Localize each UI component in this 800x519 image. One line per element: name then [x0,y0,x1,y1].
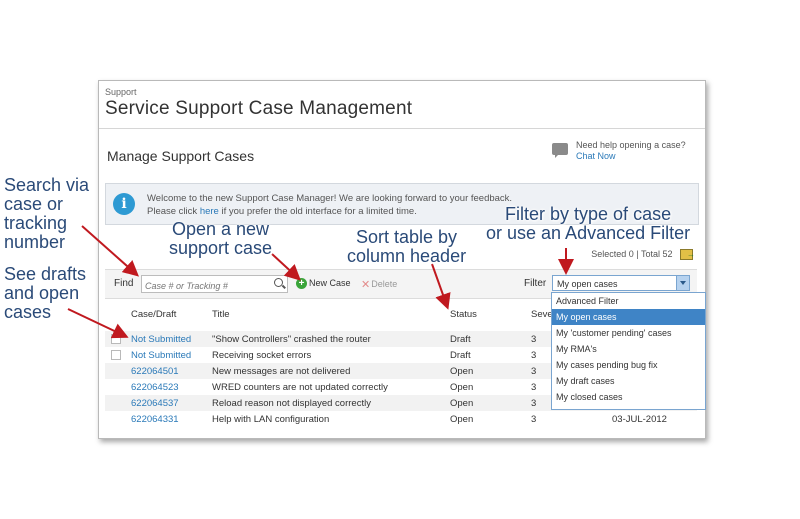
sort-annotation: Sort table by column header [347,227,467,266]
search-arrow [81,225,139,277]
drafts-annotation: See drafts and open cases [4,264,87,322]
filter-annotation: Filter by type of case or use an Advance… [486,204,691,243]
sort-arrow [431,263,451,310]
search-annotation: Search via case or tracking number [4,175,90,252]
new-case-annotation: Open a new support case [169,219,273,258]
new-case-arrow [271,253,301,281]
